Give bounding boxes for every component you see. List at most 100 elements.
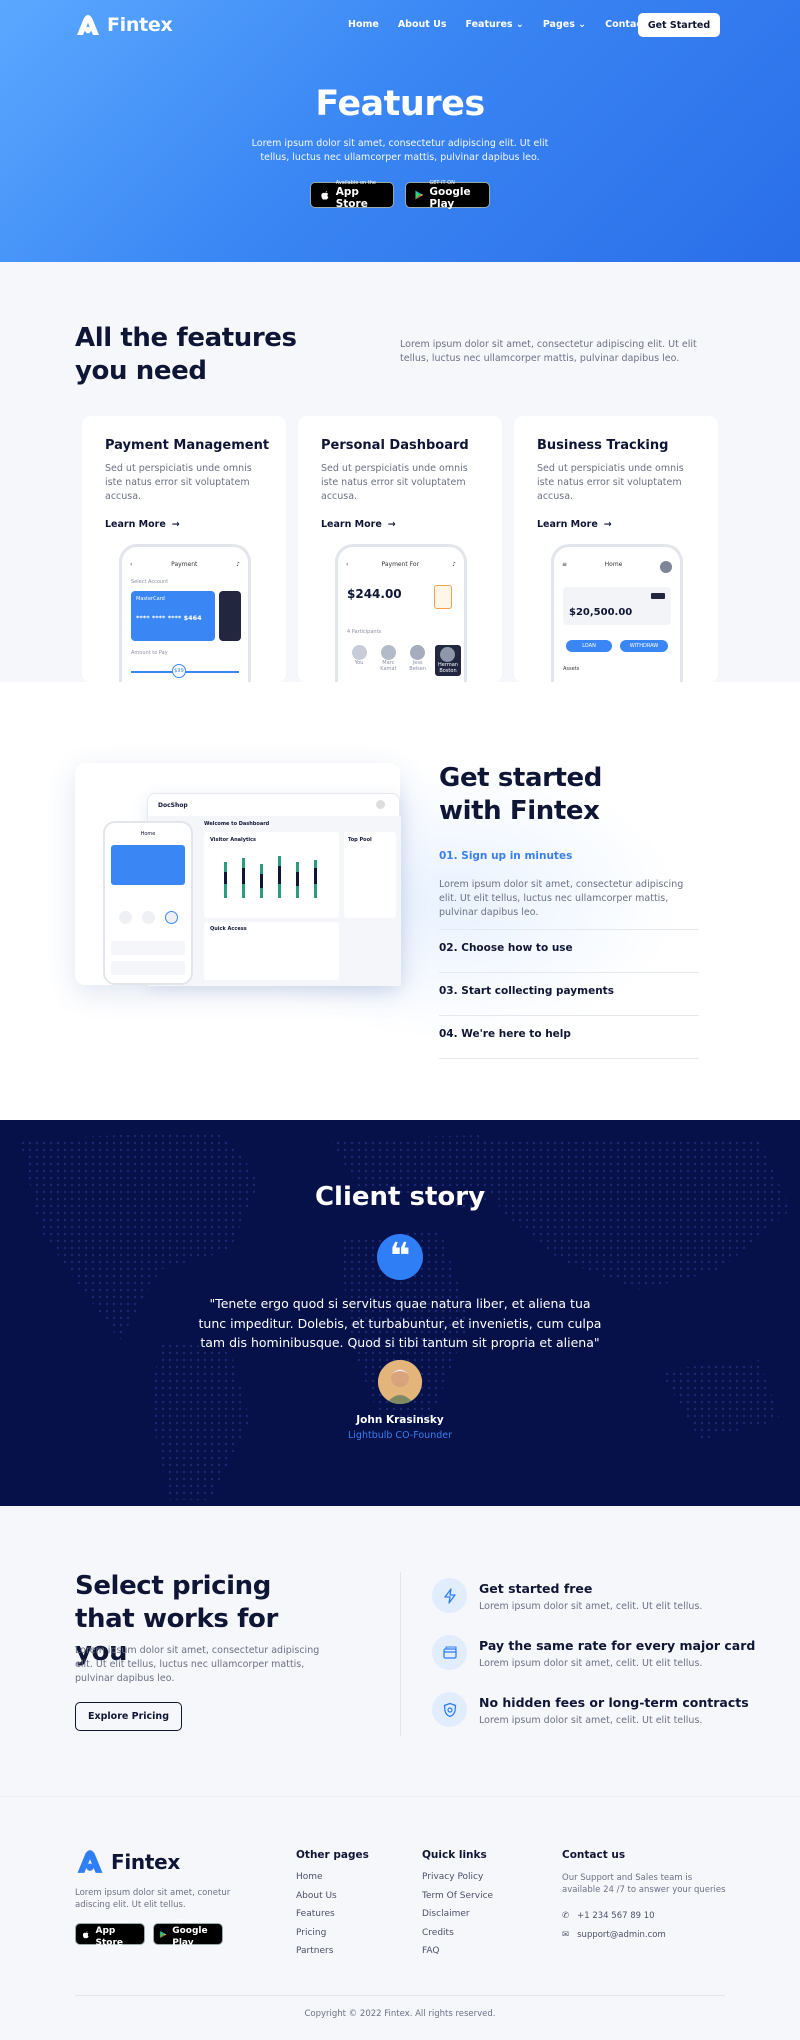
pricing-feature-text: Lorem ipsum dolor sit amet, celit. Ut el… (479, 1601, 703, 1612)
app-store-button[interactable]: Available on the App Store (310, 180, 394, 210)
nav-pages[interactable]: Pages ⌄ (543, 19, 586, 30)
avatar (660, 561, 672, 573)
arrow-right-icon: → (387, 519, 396, 530)
brand-logo[interactable]: Fintex (75, 14, 173, 36)
footer-link[interactable]: Term Of Service (422, 1891, 493, 1901)
contact-email[interactable]: ✉ support@admin.com (562, 1930, 732, 1940)
learn-more-label: Learn More (321, 519, 382, 530)
footer-col-title: Contact us (562, 1849, 626, 1861)
testimonial-quote: "Tenete ergo quod si servitus quae natur… (198, 1296, 602, 1350)
nav-features[interactable]: Features ⌄ (466, 19, 524, 30)
app-store-text: Available on the App Store (336, 180, 385, 210)
phone-label: 4 Participants (347, 629, 382, 635)
hero-section: Fintex Home About Us Features ⌄ Pages ⌄ … (0, 0, 800, 262)
footer-link[interactable]: FAQ (422, 1946, 493, 1956)
app-store-button[interactable]: Available on the App Store (75, 1919, 145, 1948)
card-icon (432, 1635, 467, 1670)
learn-more-link[interactable]: Learn More → (321, 519, 396, 530)
avatar (376, 800, 385, 809)
footer-link[interactable]: About Us (296, 1891, 369, 1901)
mail-icon: ✉ (562, 1930, 570, 1940)
action-icon[interactable] (142, 911, 155, 924)
step-1[interactable]: 01. Sign up in minutes (439, 850, 699, 874)
footer-link[interactable]: Partners (296, 1946, 369, 1956)
participant[interactable]: Jess Belsen (406, 645, 430, 676)
chevron-down-icon: ⌄ (515, 19, 524, 30)
pricing-section: Select pricing that works for you Lorem … (0, 1506, 800, 1796)
apple-icon (82, 1930, 89, 1938)
footer-link[interactable]: Pricing (296, 1928, 369, 1938)
phone-header-title: Payment For (381, 561, 420, 568)
quick-access-card: Quick Access (204, 922, 339, 980)
transaction-row[interactable] (111, 961, 185, 975)
phone-credit-card: MasterCard **** **** **** $464 (131, 591, 215, 641)
phone-header: ‹ Payment For ♪ (346, 561, 456, 568)
divider (400, 1572, 401, 1736)
bell-icon: ♪ (236, 561, 240, 568)
bell-icon: ♪ (452, 561, 456, 568)
step-4[interactable]: 04. We're here to help (439, 1028, 699, 1059)
brand-name: Fintex (107, 14, 173, 36)
step-3[interactable]: 03. Start collecting payments (439, 985, 699, 1016)
footer-link[interactable]: Privacy Policy (422, 1872, 493, 1882)
google-play-button[interactable]: GET IT ON Google Play (153, 1919, 223, 1948)
google-play-icon (160, 1930, 167, 1938)
back-icon: ‹ (130, 561, 133, 568)
footer-link[interactable]: Home (296, 1872, 369, 1882)
contact-text: Our Support and Sales team is available … (562, 1873, 726, 1895)
withdraw-button[interactable]: WITHDRAW (620, 640, 668, 652)
participant-selected[interactable]: Herman Boston (434, 645, 461, 676)
logo-mark-icon (77, 1850, 103, 1873)
feature-card-dashboard: Personal Dashboard Sed ut perspiciatis u… (298, 416, 502, 682)
phone-amount: $244.00 (347, 587, 402, 601)
phone-header: ‹ Payment ♪ (130, 561, 240, 568)
contact-phone-value: +1 234 567 89 10 (577, 1911, 655, 1921)
learn-more-link[interactable]: Learn More → (537, 519, 612, 530)
participant[interactable]: Marc Kamat (376, 645, 400, 676)
balance-amount: $20,500.00 (569, 607, 633, 618)
analytics-chart (224, 856, 317, 898)
receipt-icon (434, 585, 452, 609)
client-story-title: Client story (314, 1182, 486, 1212)
back-icon: ‹ (346, 561, 349, 568)
action-icon[interactable] (119, 911, 132, 924)
learn-more-link[interactable]: Learn More → (105, 519, 180, 530)
slider-thumb[interactable]: $99 (172, 664, 186, 678)
get-started-button[interactable]: Get Started (638, 13, 720, 37)
footer-link[interactable]: Disclaimer (422, 1909, 493, 1919)
footer-logo[interactable]: Fintex (75, 1849, 180, 1874)
footer-link[interactable]: Credits (422, 1928, 493, 1938)
phone-second-card (219, 591, 241, 641)
person-photo (378, 1360, 422, 1404)
card-title: Personal Dashboard (321, 438, 469, 453)
step-2[interactable]: 02. Choose how to use (439, 942, 699, 973)
nav-about[interactable]: About Us (398, 19, 447, 30)
google-play-text: GET IT ON Google Play (429, 180, 481, 210)
transaction-row[interactable] (111, 941, 185, 955)
pricing-feature: No hidden fees or long-term contracts Lor… (432, 1692, 749, 1727)
footer-description: Lorem ipsum dolor sit amet, conetur adis… (75, 1888, 231, 1910)
google-play-button[interactable]: GET IT ON Google Play (405, 180, 490, 210)
loan-button[interactable]: LOAN (566, 640, 612, 652)
participant[interactable]: You (347, 645, 371, 676)
quick-access-title: Quick Access (210, 926, 247, 932)
phone-mockup: ‹ Payment ♪ Select Account MasterCard ****… (119, 544, 251, 682)
footer-col-title: Other pages (296, 1849, 369, 1861)
explore-pricing-button[interactable]: Explore Pricing (75, 1702, 182, 1731)
learn-more-label: Learn More (105, 519, 166, 530)
step-1-description: Lorem ipsum dolor sit amet, consectetur … (439, 879, 684, 918)
contact-email-value: support@admin.com (577, 1930, 666, 1940)
google-play-big: Google Play (429, 186, 471, 210)
action-icon[interactable] (165, 911, 178, 924)
quote-icon: ❝ (377, 1234, 423, 1280)
client-name: John Krasinsky (356, 1414, 444, 1426)
footer-link[interactable]: Features (296, 1909, 369, 1919)
client-role: Lightbulb CO-Founder (347, 1430, 452, 1441)
phone-header-title: Payment (171, 561, 198, 568)
nav-home[interactable]: Home (348, 19, 379, 30)
divider (439, 929, 699, 930)
features-intro: Lorem ipsum dolor sit amet, consectetur … (400, 339, 697, 364)
chevron-down-icon: ⌄ (578, 19, 587, 30)
contact-phone[interactable]: ✆ +1 234 567 89 10 (562, 1911, 732, 1921)
nav-pages-label: Pages (542, 19, 575, 30)
